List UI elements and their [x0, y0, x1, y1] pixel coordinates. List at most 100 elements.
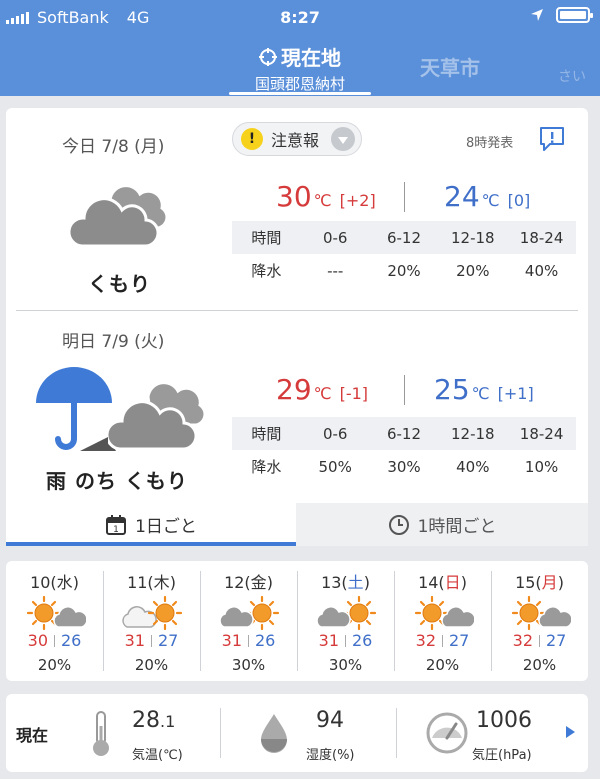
- day-temps: 32 27: [394, 631, 491, 650]
- low-temp: 24: [444, 180, 480, 213]
- low-temp: 27: [158, 631, 179, 650]
- chevron-right-icon[interactable]: [566, 726, 575, 738]
- day-of-week: 水: [56, 573, 73, 592]
- high-temp: 29: [276, 373, 312, 406]
- tab-amakusa[interactable]: 天草市: [420, 52, 480, 81]
- low-unit: ℃: [481, 191, 500, 210]
- alert-dropdown[interactable]: ! 注意報: [232, 122, 362, 156]
- current-pressure-caption: 気圧(hPa): [472, 748, 532, 763]
- low-diff: [0]: [507, 191, 531, 210]
- warning-icon: !: [241, 128, 263, 150]
- today-rain-table: 時間 0-6 6-12 12-18 18-24 降水 --- 20% 20% 4…: [232, 221, 576, 287]
- tab-hourly[interactable]: 1時間ごと: [296, 503, 588, 546]
- tomorrow-date: 明日 7/9 (火): [62, 332, 165, 352]
- status-bar: SoftBank 4G 8:27: [0, 0, 600, 34]
- tab-next-partial[interactable]: さい: [558, 66, 586, 86]
- low-unit: ℃: [471, 384, 490, 403]
- rain-value-row: 降水 --- 20% 20% 40%: [251, 261, 559, 281]
- view-tabs: 1 1日ごと 1時間ごと: [6, 503, 588, 546]
- weather-icon: [297, 595, 394, 631]
- tomorrow-forecast: 明日 7/9 (火) 雨 のち くもり 29 ℃ [-1] 25 ℃ [+1] …: [6, 313, 588, 503]
- day-column[interactable]: 13(土) 31 26 30%: [297, 561, 394, 681]
- location-arrow-icon: [531, 9, 543, 21]
- weather-icon: [200, 595, 297, 631]
- divider: [220, 708, 221, 758]
- high-temp: 30: [27, 631, 48, 650]
- day-temps: 31 26: [200, 631, 297, 650]
- tab-current-location[interactable]: 現在地 国頭郡恩納村: [225, 42, 375, 95]
- high-diff: [-1]: [339, 384, 369, 403]
- tomorrow-condition: 雨 のち くもり: [46, 469, 188, 493]
- day-date: 14(日): [418, 573, 467, 592]
- cloud-sun-icon: [218, 595, 279, 631]
- location-tabs: 現在地 国頭郡恩納村 天草市 さい: [0, 40, 600, 96]
- day-temps: 31 26: [297, 631, 394, 650]
- day-column[interactable]: 14(日) 32 27 20%: [394, 561, 491, 681]
- alert-label: 注意報: [271, 131, 320, 150]
- thermometer-icon: [93, 711, 109, 756]
- low-temp: 26: [255, 631, 276, 650]
- sun-cloud-icon: [414, 595, 476, 631]
- day-of-week: 月: [541, 573, 558, 592]
- day-date: 10(水): [30, 573, 79, 592]
- day-date: 12(金): [224, 573, 273, 592]
- day-of-week: 日: [444, 573, 461, 592]
- high-temp: 32: [415, 631, 436, 650]
- low-temp: 27: [449, 631, 470, 650]
- today-forecast: 今日 7/8 (月) くもり ! 注意報 8時発表 30 ℃ [+2] 24 ℃…: [6, 108, 588, 310]
- cloudy-icon: [108, 381, 207, 451]
- precip-chance: 20%: [522, 656, 557, 674]
- precip-chance: 20%: [37, 656, 72, 674]
- svg-text:1: 1: [113, 525, 119, 535]
- weather-icon: [394, 595, 491, 631]
- rain-header-row: 時間 0-6 6-12 12-18 18-24: [232, 221, 576, 254]
- chevron-down-icon: [331, 127, 355, 151]
- weekly-forecast: 10(水) 30 26 20% 11(木) 31 27 20% 12(金) 31 26 30% 13(土…: [6, 561, 588, 681]
- temp-divider: [404, 182, 405, 212]
- rain-value-row: 降水 50% 30% 40% 10%: [251, 457, 559, 477]
- day-temps: 30 26: [6, 631, 103, 650]
- clock-icon: [388, 514, 409, 535]
- day-column[interactable]: 12(金) 31 26 30%: [200, 561, 297, 681]
- day-date: 11(木): [127, 573, 176, 592]
- app-header: SoftBank 4G 8:27 現在地 国頭郡恩納村 天草市 さい: [0, 0, 600, 96]
- low-temp: 25: [434, 373, 470, 406]
- cloud-sun-icon: [121, 595, 182, 631]
- calendar-icon: 1: [106, 514, 127, 535]
- sun-cloud-icon: [511, 595, 573, 631]
- sun-cloud-icon: [26, 595, 88, 631]
- day-divider: [16, 310, 578, 311]
- day-date: 13(土): [321, 573, 370, 592]
- current-temp: 28.1: [132, 708, 175, 733]
- current-humidity: 94: [316, 708, 344, 733]
- tomorrow-high: 29 ℃ [-1]: [276, 373, 368, 406]
- forecast-card: 今日 7/8 (月) くもり ! 注意報 8時発表 30 ℃ [+2] 24 ℃…: [6, 108, 588, 546]
- day-date: 15(月): [515, 573, 564, 592]
- today-low: 24 ℃ [0]: [444, 180, 530, 213]
- day-temps: 31 27: [103, 631, 200, 650]
- day-temps: 32 27: [491, 631, 588, 650]
- day-column[interactable]: 10(水) 30 26 20%: [6, 561, 103, 681]
- tab-daily[interactable]: 1 1日ごと: [6, 503, 296, 546]
- tab-current-title: 現在地: [281, 46, 341, 70]
- tab-indicator: [229, 92, 371, 95]
- high-temp: 32: [512, 631, 533, 650]
- current-humidity-caption: 湿度(%): [306, 748, 355, 763]
- day-of-week: 金: [250, 573, 267, 592]
- humidity-drop-icon: [261, 714, 287, 753]
- feedback-icon[interactable]: [538, 126, 566, 152]
- pressure-gauge-icon: [426, 712, 468, 754]
- cloudy-icon: [70, 184, 169, 248]
- high-temp: 30: [276, 180, 312, 213]
- day-column[interactable]: 15(月) 32 27 20%: [491, 561, 588, 681]
- current-pressure: 1006: [476, 708, 532, 733]
- crosshair-icon: [259, 47, 277, 66]
- precip-chance: 20%: [425, 656, 460, 674]
- current-conditions[interactable]: 現在 28.1 気温(℃) 94 湿度(%) 1006 気圧(hPa): [6, 694, 588, 772]
- day-column[interactable]: 11(木) 31 27 20%: [103, 561, 200, 681]
- tab-daily-label: 1日ごと: [135, 517, 197, 537]
- low-diff: [+1]: [497, 384, 534, 403]
- cloud-sun-icon: [315, 595, 376, 631]
- high-unit: ℃: [313, 191, 332, 210]
- today-high: 30 ℃ [+2]: [276, 180, 376, 213]
